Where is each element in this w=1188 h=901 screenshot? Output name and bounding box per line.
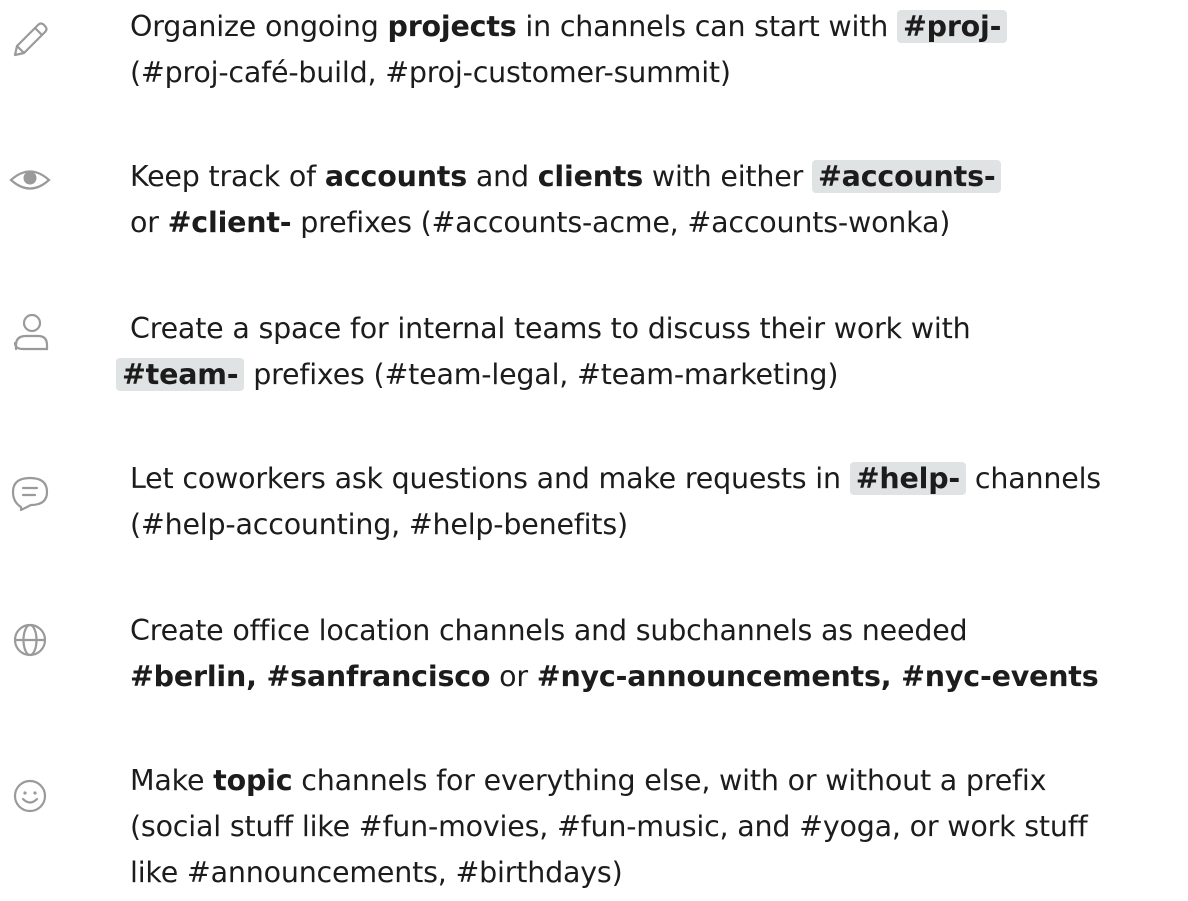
tip-line: Create office location channels and subc… bbox=[130, 614, 968, 647]
tip-text: Create a space for internal teams to dis… bbox=[116, 306, 1185, 398]
eye-icon bbox=[4, 154, 56, 206]
tip-text: Make topic channels for everything else,… bbox=[130, 758, 1185, 896]
channel-prefix-chip: #help- bbox=[849, 462, 967, 495]
tip-line: #team- prefixes (#team-legal, #team-mark… bbox=[116, 352, 1185, 398]
tip-line: like #announcements, #birthdays) bbox=[130, 856, 623, 889]
tip-line: (social stuff like #fun-movies, #fun-mus… bbox=[130, 810, 1088, 843]
smiley-icon bbox=[4, 770, 56, 822]
tip-line: Keep track of accounts and clients with … bbox=[130, 154, 1185, 200]
user-icon bbox=[4, 306, 56, 358]
channel-prefix-chip: #team- bbox=[116, 358, 245, 391]
tip-text: Keep track of accounts and clients with … bbox=[130, 154, 1185, 246]
tip-text: Organize ongoing projects in channels ca… bbox=[130, 4, 1185, 96]
chat-bubble-icon bbox=[4, 466, 56, 518]
tip-line: (#proj-café-build, #proj-customer-summit… bbox=[130, 56, 731, 89]
tip-line: Make topic channels for everything else,… bbox=[130, 764, 1047, 797]
tip-line: Let coworkers ask questions and make req… bbox=[130, 462, 1101, 495]
tip-text: Create office location channels and subc… bbox=[130, 608, 1185, 700]
tip-line: or #client- prefixes (#accounts-acme, #a… bbox=[130, 206, 951, 239]
tip-line: Organize ongoing projects in channels ca… bbox=[130, 4, 1185, 50]
tip-text: Let coworkers ask questions and make req… bbox=[130, 456, 1185, 548]
tip-line: (#help-accounting, #help-benefits) bbox=[130, 508, 628, 541]
pencil-icon bbox=[4, 14, 56, 66]
tip-line: Create a space for internal teams to dis… bbox=[130, 312, 971, 345]
channel-prefix-chip: #proj- bbox=[896, 10, 1008, 43]
tip-line: #berlin, #sanfrancisco or #nyc-announcem… bbox=[130, 660, 1099, 693]
channel-prefix-chip: #accounts- bbox=[811, 160, 1002, 193]
globe-icon bbox=[4, 614, 56, 666]
